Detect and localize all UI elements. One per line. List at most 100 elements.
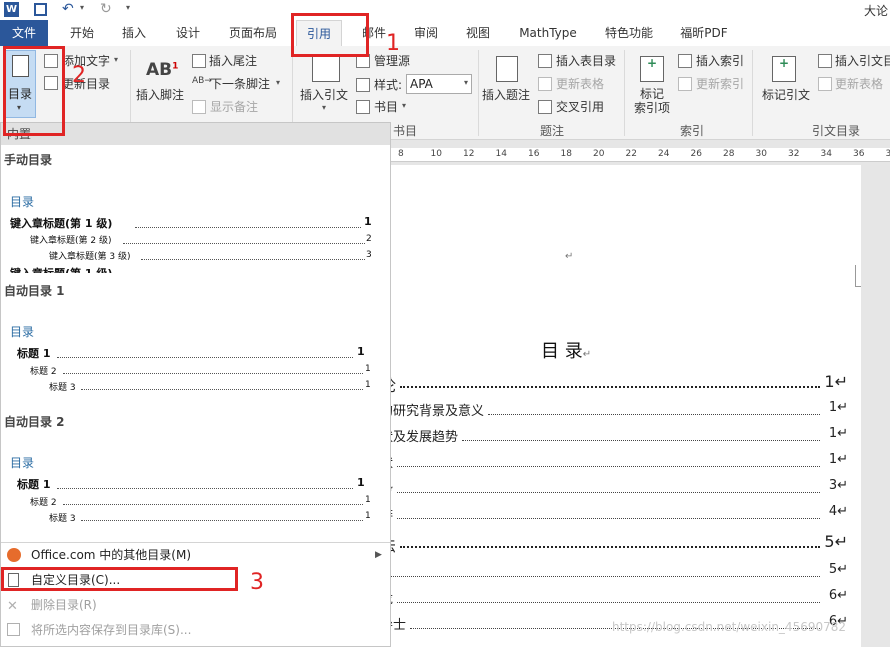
update-table-authorities-button[interactable]: 更新表格 [835,76,883,92]
auto-toc-2-gallery-item[interactable]: 目录 标题 1 1 标题 2 1 标题 3 1 [1,434,390,532]
manual-toc-level2: 键入章标题(第 2 级) [30,236,112,246]
toc-entry[interactable]: 状及发展趋势 1↵ [380,426,850,446]
manual-toc-page2: 2 [366,234,372,244]
mark-entry-button[interactable]: 标记 索引项 [634,87,670,115]
toc-entry-page: 4↵ [828,504,848,519]
update-index-button[interactable]: 更新索引 [696,76,744,92]
insert-endnote-button[interactable]: 插入尾注 [209,53,257,69]
chevron-down-icon: ▾ [463,78,468,87]
add-text-button[interactable]: 添加文字 [62,53,110,69]
save-to-gallery-menu-item[interactable]: 将所选内容保存到目录库(S)... [1,619,390,641]
ruler-number: 12 [463,149,475,159]
style-select-value: APA [410,77,433,91]
ruler-number: 36 [853,149,865,159]
next-footnote-icon: AB→ [192,76,212,86]
group-label-captions: 题注 [540,124,565,138]
insert-endnote-icon [192,54,206,68]
tab-special-features[interactable]: 特色功能 [598,20,660,46]
chevron-right-icon: ▶ [375,550,382,560]
tab-view[interactable]: 视图 [458,20,498,46]
toc-entry[interactable]: 势3↵ [380,478,850,498]
next-footnote-button[interactable]: 下一条脚注 [210,76,270,92]
cross-reference-button[interactable]: 交叉引用 [556,99,604,115]
annotation-box-custom-toc [1,567,238,591]
tab-insert[interactable]: 插入 [114,20,154,46]
auto-toc-2-page1: 1 [357,476,365,489]
add-text-dropdown-icon[interactable]: ▾ [114,55,118,64]
tab-review[interactable]: 审阅 [406,20,446,46]
insert-table-of-authorities-button[interactable]: 插入引文目 [835,53,890,69]
tab-page-layout[interactable]: 页面布局 [222,20,284,46]
insert-index-button[interactable]: 插入索引 [696,53,744,69]
save-icon[interactable] [34,3,47,16]
ribbon-separator [752,50,753,136]
url-watermark: https://blog.csdn.net/weixin_45690782 [612,620,847,634]
ruler-number: 18 [560,149,572,159]
mark-citation-button[interactable]: 标记引文 [762,87,810,103]
toc-entry[interactable]: 状1↵ [380,452,850,472]
update-table-button[interactable]: 更新表格 [556,76,604,92]
update-toc-button[interactable]: 更新目录 [62,76,110,92]
manual-toc-gallery-item[interactable]: 目录 键入章标题(第 1 级) 1 键入章标题(第 2 级) 2 键入章标题(第… [1,171,390,273]
word-app-icon[interactable]: W [4,2,19,17]
update-table-authorities-icon [818,77,832,91]
ruler-number: 32 [788,149,800,159]
undo-dropdown-icon[interactable]: ▾ [80,3,84,12]
document-title: 大论 [864,4,889,18]
toc-entry[interactable]: 龙6↵ [380,588,850,608]
auto-toc-1-gallery-item[interactable]: 目录 标题 1 1 标题 2 1 标题 3 1 [1,303,390,401]
toc-entry[interactable]: 5↵ [380,562,850,582]
insert-citation-icon [312,56,340,82]
show-notes-button[interactable]: 显示备注 [210,99,258,115]
quick-access-customize-icon[interactable]: ▾ [126,3,130,12]
dot-leader [81,520,363,521]
bibliography-button[interactable]: 书目 [374,99,398,115]
annotation-box-toc-button [3,46,65,136]
toc-entry-page: 5↵ [824,532,848,551]
style-select[interactable]: APA ▾ [406,74,472,94]
undo-icon[interactable]: ↶ [62,1,74,17]
dot-leader [141,259,365,260]
tab-design[interactable]: 设计 [166,20,210,46]
save-to-gallery-icon [7,623,20,636]
toc-entry[interactable]: 论1↵ [380,372,850,396]
save-to-gallery-label: 将所选内容保存到目录库(S)... [31,623,192,637]
insert-caption-button[interactable]: 插入题注 [482,87,530,103]
dot-leader [57,488,353,489]
insert-table-of-figures-button[interactable]: 插入表目录 [556,53,616,69]
auto-toc-1-heading: 目录 [10,325,35,339]
toc-entry[interactable]: 排4↵ [380,504,850,524]
insert-citation-button[interactable]: 插入引文 [300,87,348,103]
toc-entry[interactable]: 法5↵ [380,532,850,556]
title-bar: W ↶ ▾ ↻ ▾ 大论 [0,0,890,20]
insert-citation-dropdown-icon[interactable]: ▾ [322,103,326,112]
dot-leader [63,373,363,374]
tab-foxit-pdf[interactable]: 福昕PDF [672,20,736,46]
dot-leader [135,227,361,228]
ribbon-separator [478,50,479,136]
auto-toc-2-page3: 1 [365,511,371,521]
toc-entry-page: 1↵ [828,400,848,415]
toc-entry-text: 状及发展趋势 [380,430,459,445]
manual-toc-level1: 键入章标题(第 1 级) [10,217,113,230]
redo-icon[interactable]: ↻ [100,1,112,17]
tab-mathtype[interactable]: MathType [510,20,586,46]
more-toc-menu-item[interactable]: Office.com 中的其他目录(M) ▶ [1,544,390,566]
dot-leader [123,243,365,244]
update-table-icon [538,77,552,91]
bibliography-dropdown-icon[interactable]: ▾ [402,101,406,110]
mark-entry-icon: + [640,56,664,82]
insert-footnote-button[interactable]: 插入脚注 [136,87,184,103]
next-footnote-dropdown-icon[interactable]: ▾ [276,78,280,87]
toc-entry[interactable]: 的研究背景及意义 1↵ [380,400,850,420]
toc-entry-page: 1↵ [828,426,848,441]
ruler-number: 38 [885,149,890,159]
tab-home[interactable]: 开始 [62,20,102,46]
horizontal-ruler[interactable]: 8 10 12 14 16 18 20 22 24 26 28 30 32 34 36 38 [391,148,890,162]
remove-toc-menu-item[interactable]: ✕ 删除目录(R) [1,594,390,616]
manual-toc-heading: 目录 [10,195,35,209]
auto-toc-2-level2: 标题 2 [30,498,57,508]
ruler-number: 26 [690,149,702,159]
tab-file[interactable]: 文件 [0,20,48,46]
dot-leader [81,389,363,390]
